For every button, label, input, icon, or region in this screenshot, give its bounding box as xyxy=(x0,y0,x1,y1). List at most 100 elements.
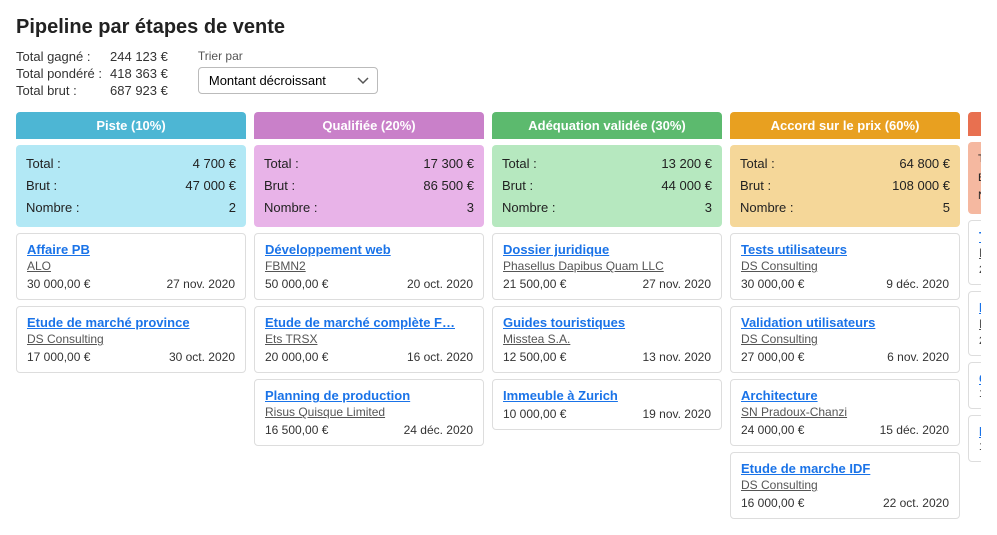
total-brut-label: Total brut : xyxy=(16,83,102,98)
partielle-summary: Total Brut Nom xyxy=(968,142,981,214)
page-container: Pipeline par étapes de vente Total gagné… xyxy=(0,0,997,535)
deal-date: 6 nov. 2020 xyxy=(887,350,949,364)
deal-amount: 30 000,00 € xyxy=(27,277,90,291)
deal-name[interactable]: Etude de marche IDF xyxy=(741,461,949,476)
deal-company[interactable]: FBMN2 xyxy=(265,259,473,273)
adequation-brut-label: Brut : xyxy=(502,175,533,197)
sort-block: Trier par Montant décroissant Montant cr… xyxy=(198,49,378,94)
deal-company[interactable]: DS Consulting xyxy=(741,478,949,492)
deal-amount: 10 000,00 € xyxy=(503,407,566,421)
partielle-total-label: Total xyxy=(978,150,981,169)
deal-card[interactable]: Guides touristiques Misstea S.A. 12 500,… xyxy=(492,306,722,373)
deal-company[interactable]: Risus Quisque Limited xyxy=(265,405,473,419)
piste-nombre-label: Nombre : xyxy=(26,197,79,219)
header-row: Total gagné : 244 123 € Total pondéré : … xyxy=(16,49,981,98)
deal-name[interactable]: Etude de marché complète F… xyxy=(265,315,473,330)
deal-company[interactable]: SN Pradoux-Chanzi xyxy=(741,405,949,419)
deal-amount: 16 000,00 € xyxy=(741,496,804,510)
deal-company[interactable]: Ets TRSX xyxy=(265,332,473,346)
deal-date: 19 nov. 2020 xyxy=(642,407,711,421)
deal-card[interactable]: Etude de marche IDF DS Consulting 16 000… xyxy=(730,452,960,519)
deal-card[interactable]: Développement web FBMN2 50 000,00 € 20 o… xyxy=(254,233,484,300)
deal-card[interactable]: Lot… 14 8… xyxy=(968,415,981,462)
total-pondere-label: Total pondéré : xyxy=(16,66,102,81)
deal-name[interactable]: Planning de production xyxy=(265,388,473,403)
deal-name[interactable]: Etude de marché province xyxy=(27,315,235,330)
deal-name[interactable]: Affaire PB xyxy=(27,242,235,257)
qualifiee-brut-label: Brut : xyxy=(264,175,295,197)
deal-amount: 15 0… xyxy=(979,388,981,400)
totals-block: Total gagné : 244 123 € Total pondéré : … xyxy=(16,49,168,98)
deal-card[interactable]: Dossier juridique Phasellus Dapibus Quam… xyxy=(492,233,722,300)
partielle-nombre-label: Nom xyxy=(978,187,981,206)
partielle-header: Partielle xyxy=(968,112,981,136)
deal-card[interactable]: Tari… Feu… 26 0… xyxy=(968,220,981,285)
deal-amount: 12 500,00 € xyxy=(503,350,566,364)
pipeline-col-accord: Accord sur le prix (60%) Total : 64 800 … xyxy=(730,112,960,519)
pipeline-columns: Piste (10%) Total : 4 700 € Brut : 47 00… xyxy=(16,112,981,519)
deal-name[interactable]: Dossier juridique xyxy=(503,242,711,257)
deal-company[interactable]: ALO xyxy=(27,259,235,273)
deal-name[interactable]: Cor xyxy=(979,371,981,386)
qualifiee-total-label: Total : xyxy=(264,153,299,175)
piste-nombre-value: 2 xyxy=(229,197,236,219)
pipeline-col-adequation: Adéquation validée (30%) Total : 13 200 … xyxy=(492,112,722,519)
total-pondere-value: 418 363 € xyxy=(110,66,168,81)
deal-name[interactable]: Tari… xyxy=(979,229,981,244)
deal-date: 27 nov. 2020 xyxy=(166,277,235,291)
accord-brut-label: Brut : xyxy=(740,175,771,197)
adequation-nombre-value: 3 xyxy=(705,197,712,219)
deal-card[interactable]: Lot… Risu… 24 0… xyxy=(968,291,981,356)
deal-amount: 24 000,00 € xyxy=(741,423,804,437)
deal-name[interactable]: Lot… xyxy=(979,424,981,439)
deal-name[interactable]: Développement web xyxy=(265,242,473,257)
deal-company[interactable]: Phasellus Dapibus Quam LLC xyxy=(503,259,711,273)
deal-name[interactable]: Tests utilisateurs xyxy=(741,242,949,257)
piste-total-value: 4 700 € xyxy=(193,153,236,175)
qualifiee-header: Qualifiée (20%) xyxy=(254,112,484,139)
page-title: Pipeline par étapes de vente xyxy=(16,16,981,39)
adequation-brut-value: 44 000 € xyxy=(661,175,712,197)
sort-select[interactable]: Montant décroissant Montant croissant Da… xyxy=(198,67,378,94)
piste-total-label: Total : xyxy=(26,153,61,175)
deal-card[interactable]: Immeuble à Zurich 10 000,00 € 19 nov. 20… xyxy=(492,379,722,430)
piste-header: Piste (10%) xyxy=(16,112,246,139)
deal-date: 27 nov. 2020 xyxy=(642,277,711,291)
deal-company[interactable]: Misstea S.A. xyxy=(503,332,711,346)
deal-date: 24 déc. 2020 xyxy=(404,423,473,437)
deal-amount: 20 000,00 € xyxy=(265,350,328,364)
deal-card[interactable]: Etude de marché complète F… Ets TRSX 20 … xyxy=(254,306,484,373)
deal-company[interactable]: DS Consulting xyxy=(27,332,235,346)
deal-date: 20 oct. 2020 xyxy=(407,277,473,291)
deal-card[interactable]: Cor 15 0… xyxy=(968,362,981,409)
deal-amount: 50 000,00 € xyxy=(265,277,328,291)
total-gagne-label: Total gagné : xyxy=(16,49,102,64)
deal-name[interactable]: Guides touristiques xyxy=(503,315,711,330)
deal-name[interactable]: Architecture xyxy=(741,388,949,403)
deal-name[interactable]: Validation utilisateurs xyxy=(741,315,949,330)
deal-company: Feu… xyxy=(979,246,981,260)
deal-card[interactable]: Tests utilisateurs DS Consulting 30 000,… xyxy=(730,233,960,300)
deal-card[interactable]: Validation utilisateurs DS Consulting 27… xyxy=(730,306,960,373)
deal-card[interactable]: Planning de production Risus Quisque Lim… xyxy=(254,379,484,446)
adequation-total-label: Total : xyxy=(502,153,537,175)
deal-company[interactable]: DS Consulting xyxy=(741,259,949,273)
deal-date: 13 nov. 2020 xyxy=(642,350,711,364)
deal-date: 22 oct. 2020 xyxy=(883,496,949,510)
deal-card[interactable]: Architecture SN Pradoux-Chanzi 24 000,00… xyxy=(730,379,960,446)
deal-name[interactable]: Immeuble à Zurich xyxy=(503,388,711,403)
accord-summary: Total : 64 800 € Brut : 108 000 € Nombre… xyxy=(730,145,960,227)
piste-brut-value: 47 000 € xyxy=(185,175,236,197)
qualifiee-nombre-label: Nombre : xyxy=(264,197,317,219)
deal-company[interactable]: DS Consulting xyxy=(741,332,949,346)
deal-company: Risu… xyxy=(979,317,981,331)
sort-label: Trier par xyxy=(198,49,378,63)
deal-card[interactable]: Etude de marché province DS Consulting 1… xyxy=(16,306,246,373)
deal-date: 16 oct. 2020 xyxy=(407,350,473,364)
deal-date: 30 oct. 2020 xyxy=(169,350,235,364)
pipeline-col-partielle: Partielle Total Brut Nom Tari… Feu… 26 0… xyxy=(968,112,981,519)
deal-amount: 17 000,00 € xyxy=(27,350,90,364)
deal-amount: 21 500,00 € xyxy=(503,277,566,291)
deal-card[interactable]: Affaire PB ALO 30 000,00 € 27 nov. 2020 xyxy=(16,233,246,300)
deal-name[interactable]: Lot… xyxy=(979,300,981,315)
